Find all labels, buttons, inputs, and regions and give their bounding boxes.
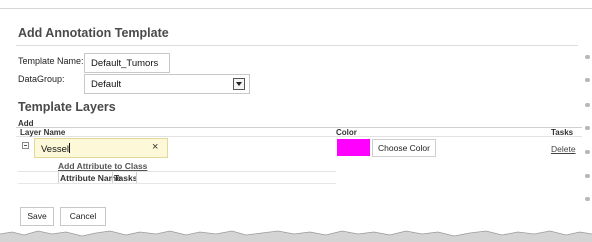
template-name-label: Template Name:: [18, 56, 84, 66]
column-tasks: Tasks: [551, 128, 574, 137]
template-name-input[interactable]: Default_Tumors: [84, 53, 170, 73]
title-divider: [16, 45, 578, 46]
attribute-tasks-column: Tasks: [114, 173, 138, 183]
annotation-template-page: Add Annotation Template Template Name: D…: [0, 0, 592, 242]
datagroup-label: DataGroup:: [18, 74, 65, 84]
attribute-header-bottom-rule: [18, 183, 336, 184]
attribute-column-separator: [112, 172, 113, 183]
attribute-column-separator: [58, 172, 59, 183]
datagroup-select[interactable]: Default: [84, 74, 250, 94]
close-icon[interactable]: ×: [152, 141, 158, 153]
layer-name-value: Vessel: [41, 144, 69, 155]
top-divider: [0, 8, 592, 9]
color-swatch[interactable]: [337, 139, 370, 156]
delete-layer-link[interactable]: Delete: [551, 144, 576, 154]
torn-edge-decoration: [0, 230, 592, 242]
layer-name-input[interactable]: Vessel: [34, 138, 168, 158]
collapse-toggle-icon[interactable]: [22, 142, 29, 149]
right-edge-decoration: [583, 0, 592, 242]
text-cursor: [69, 143, 70, 153]
dialog-title: Add Annotation Template: [18, 26, 169, 40]
chevron-down-icon[interactable]: [233, 78, 245, 90]
column-color: Color: [336, 128, 357, 137]
layers-table-header: Layer Name Color Tasks: [16, 127, 582, 137]
choose-color-button[interactable]: Choose Color: [372, 139, 436, 157]
datagroup-selected-value: Default: [91, 79, 122, 90]
section-title: Template Layers: [18, 100, 116, 114]
column-layer-name: Layer Name: [20, 128, 66, 137]
attribute-header-top-rule: [18, 171, 336, 172]
attribute-column-separator: [136, 172, 137, 183]
add-attribute-link[interactable]: Add Attribute to Class: [58, 161, 147, 171]
